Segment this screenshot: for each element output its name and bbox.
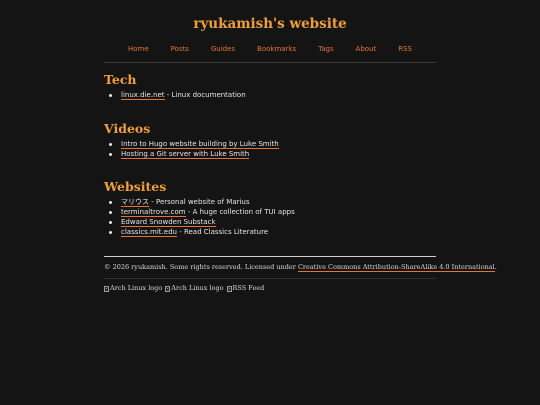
nav-home[interactable]: Home bbox=[128, 45, 149, 53]
main-nav: Home Posts Guides Bookmarks Tags About R… bbox=[104, 45, 436, 53]
nav-bookmarks[interactable]: Bookmarks bbox=[257, 45, 296, 53]
nav-guides[interactable]: Guides bbox=[211, 45, 235, 53]
section-heading-videos: Videos bbox=[104, 121, 151, 136]
link-description: - A huge collection of TUI apps bbox=[185, 208, 295, 216]
footer-divider-secondary bbox=[104, 278, 436, 279]
license-link[interactable]: Creative Commons Attribution-ShareAlike … bbox=[297, 263, 495, 272]
list-item: Edward Snowden Substack bbox=[104, 217, 436, 227]
videos-list: Intro to Hugo website building by Luke S… bbox=[104, 139, 436, 159]
link-snowden-substack[interactable]: Edward Snowden Substack bbox=[121, 218, 216, 227]
link-git-server-video[interactable]: Hosting a Git server with Luke Smith bbox=[121, 150, 250, 159]
list-item: classics.mit.edu - Read Classics Literat… bbox=[104, 227, 436, 237]
footer-divider bbox=[104, 256, 436, 257]
section-heading-tech: Tech bbox=[104, 72, 137, 87]
section-websites: Websites マリウス - Personal website of Mari… bbox=[104, 177, 436, 237]
list-item: Hosting a Git server with Luke Smith bbox=[104, 149, 436, 159]
badge-alt-text: Arch Linux logo bbox=[171, 284, 224, 292]
footer-badges: Arch Linux logo Arch Linux logo RSS Feed bbox=[104, 284, 264, 293]
list-item: terminaltrove.com - A huge collection of… bbox=[104, 207, 436, 217]
site-title[interactable]: ryukamish's website bbox=[0, 16, 540, 32]
section-videos: Videos Intro to Hugo website building by… bbox=[104, 119, 436, 177]
broken-image-icon bbox=[104, 285, 109, 292]
arch-linux-badge-2[interactable]: Arch Linux logo bbox=[165, 284, 224, 293]
broken-image-icon bbox=[226, 285, 232, 292]
link-linux-die[interactable]: linux.die.net bbox=[121, 91, 165, 100]
nav-about[interactable]: About bbox=[356, 45, 377, 53]
section-heading-websites: Websites bbox=[104, 179, 167, 194]
footer-period: . bbox=[494, 263, 497, 271]
footer-copyright: © 2026 ryukamish. Some rights reserved. … bbox=[104, 263, 497, 272]
arch-linux-badge[interactable]: Arch Linux logo bbox=[104, 284, 162, 293]
websites-list: マリウス - Personal website of Marius termin… bbox=[104, 197, 436, 237]
badge-alt-text: Arch Linux logo bbox=[110, 284, 163, 292]
rss-feed-badge[interactable]: RSS Feed bbox=[226, 284, 265, 293]
nav-posts[interactable]: Posts bbox=[171, 45, 189, 53]
nav-rss[interactable]: RSS bbox=[398, 45, 412, 53]
link-description: - Personal website of Marius bbox=[149, 198, 250, 206]
list-item: linux.die.net - Linux documentation bbox=[104, 90, 436, 100]
badge-alt-text: RSS Feed bbox=[232, 284, 265, 292]
list-item: マリウス - Personal website of Marius bbox=[104, 197, 436, 207]
nav-tags[interactable]: Tags bbox=[318, 45, 334, 53]
list-item: Intro to Hugo website building by Luke S… bbox=[104, 139, 436, 149]
header-divider bbox=[104, 62, 436, 63]
page: ryukamish's website Home Posts Guides Bo… bbox=[0, 0, 540, 405]
section-tech: Tech linux.die.net - Linux documentation bbox=[104, 70, 436, 119]
link-marius[interactable]: マリウス bbox=[121, 198, 149, 207]
link-description: - Linux documentation bbox=[164, 91, 246, 99]
copyright-text: © 2026 ryukamish. Some rights reserved. … bbox=[104, 263, 298, 271]
link-hugo-video[interactable]: Intro to Hugo website building by Luke S… bbox=[121, 140, 279, 149]
main-content: Tech linux.die.net - Linux documentation… bbox=[104, 70, 436, 237]
tech-list: linux.die.net - Linux documentation bbox=[104, 90, 436, 100]
link-mit-classics[interactable]: classics.mit.edu bbox=[121, 228, 177, 237]
link-description: - Read Classics Literature bbox=[176, 228, 269, 236]
link-terminaltrove[interactable]: terminaltrove.com bbox=[121, 208, 186, 217]
broken-image-icon bbox=[165, 285, 171, 292]
